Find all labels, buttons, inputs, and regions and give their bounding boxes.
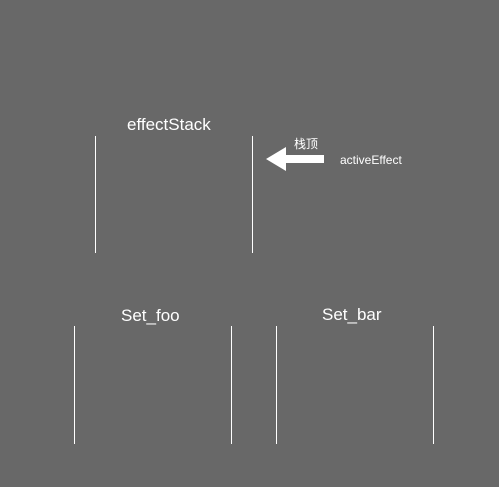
set-foo-title: Set_foo [121,306,180,325]
set-bar-title: Set_bar [322,305,382,324]
effect-stack-right-wall [252,136,253,253]
active-effect-label: activeEffect [340,153,402,167]
set-foo-right-wall [231,326,232,444]
set-bar-left-wall [276,326,277,444]
set-foo-left-wall [74,326,75,444]
set-bar-right-wall [433,326,434,444]
effect-stack-left-wall [95,136,96,253]
effect-stack-title: effectStack [127,115,211,134]
arrow-left-icon [266,147,324,171]
